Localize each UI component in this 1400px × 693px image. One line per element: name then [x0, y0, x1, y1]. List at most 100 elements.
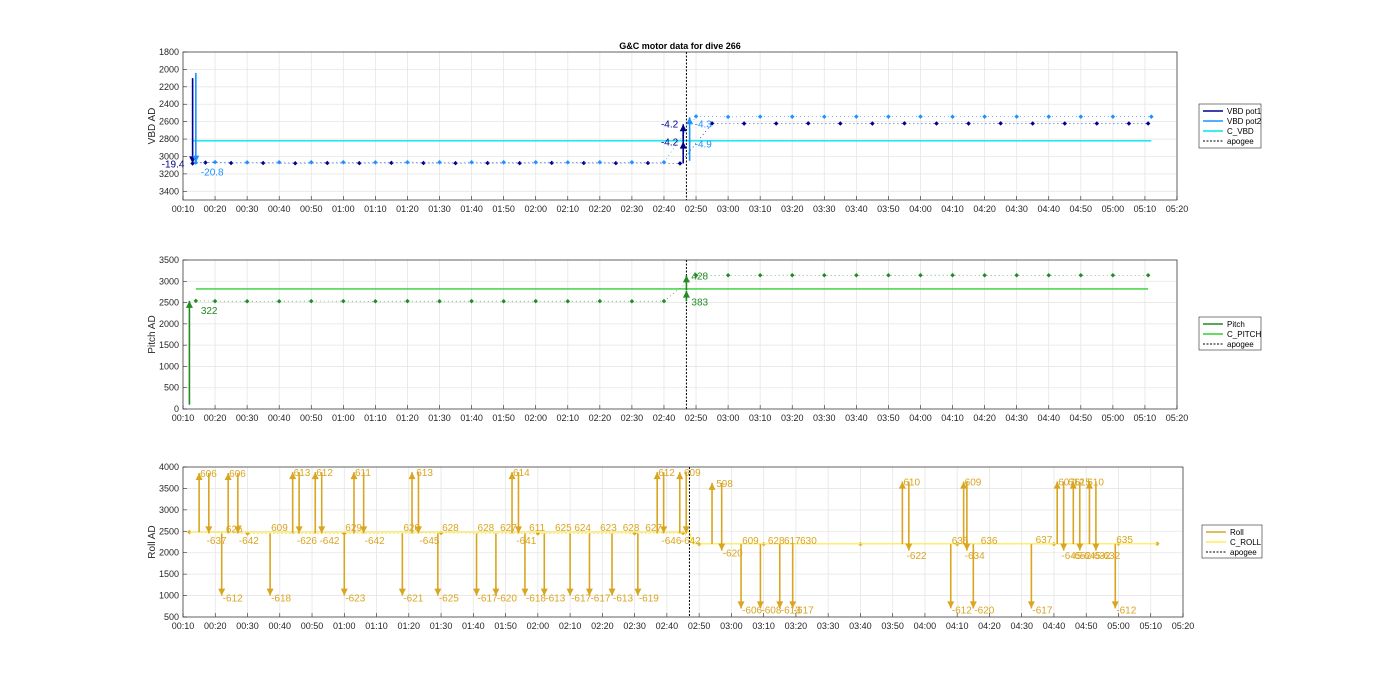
x-tick-label: 04:10: [941, 413, 964, 423]
x-tick-label: 00:50: [301, 621, 324, 631]
x-tick-label: 03:00: [717, 204, 740, 214]
x-tick-label: 01:30: [428, 413, 451, 423]
y-tick-label: 3000: [159, 505, 179, 515]
x-tick-label: 03:50: [881, 621, 904, 631]
y-tick-label: 3400: [159, 186, 179, 196]
event-label: -642: [319, 536, 339, 547]
x-tick-label: 04:30: [1005, 204, 1028, 214]
x-tick-label: 03:30: [813, 413, 836, 423]
event-label: -626: [297, 536, 317, 547]
x-tick-label: 03:50: [877, 413, 900, 423]
y-tick-label: 1800: [159, 47, 179, 57]
x-tick-label: 04:50: [1070, 204, 1093, 214]
event-label: 623: [600, 523, 617, 534]
annotation: 428: [691, 271, 708, 282]
event-label: 609: [742, 536, 759, 547]
y-tick-label: 3000: [159, 276, 179, 286]
event-label: 635: [952, 536, 969, 547]
event-label: -623: [345, 593, 365, 604]
x-tick-label: 05:10: [1134, 204, 1157, 214]
event-label: 624: [574, 523, 591, 534]
x-tick-label: 04:20: [978, 621, 1001, 631]
event-label: 628: [478, 523, 495, 534]
event-label: -612: [223, 593, 243, 604]
event-label: 613: [294, 468, 311, 479]
x-tick-label: 04:20: [973, 413, 996, 423]
event-label: -619: [639, 593, 659, 604]
y-axis-label: Pitch AD: [147, 315, 158, 353]
x-tick-label: 00:40: [268, 413, 291, 423]
annotation: 322: [201, 306, 218, 317]
annotation: -4.2: [661, 119, 679, 130]
y-tick-label: 2800: [159, 134, 179, 144]
x-tick-label: 04:40: [1043, 621, 1066, 631]
x-tick-label: 04:10: [946, 621, 969, 631]
event-label: -618: [271, 593, 291, 604]
event-label: 627: [500, 523, 517, 534]
event-label: 598: [716, 479, 733, 490]
y-axis-label: VBD AD: [147, 108, 158, 145]
y-tick-label: 4000: [159, 462, 179, 472]
x-tick-label: 00:50: [300, 413, 323, 423]
event-label: 613: [416, 468, 433, 479]
event-label: -642: [239, 536, 259, 547]
x-tick-label: 05:20: [1166, 413, 1189, 423]
event-label: 625: [555, 523, 572, 534]
y-tick-label: 2000: [159, 64, 179, 74]
x-tick-label: 03:40: [845, 204, 868, 214]
event-label: 614: [513, 468, 530, 479]
legend-entry: C_VBD: [1227, 127, 1254, 136]
x-tick-label: 00:30: [236, 621, 259, 631]
event-label: -634: [965, 551, 985, 562]
event-label: -617: [590, 593, 610, 604]
event-label: -620: [497, 593, 517, 604]
x-tick-label: 01:10: [364, 413, 387, 423]
x-tick-label: 04:40: [1037, 204, 1060, 214]
x-tick-label: 01:50: [494, 621, 517, 631]
event-label: -617: [794, 605, 814, 616]
event-label: 610: [903, 478, 920, 489]
vbd-panel: 00:10 00:20 00:30 00:40 00:50 01:00 01:10 01:20…: [147, 47, 1262, 214]
x-tick-label: 04:40: [1037, 413, 1060, 423]
x-tick-label: 03:00: [720, 621, 743, 631]
x-tick-label: 03:50: [877, 204, 900, 214]
event-label: 625: [226, 525, 243, 536]
event-label: 611: [529, 523, 545, 534]
x-tick-label: 05:20: [1166, 204, 1189, 214]
x-tick-label: 03:20: [785, 621, 808, 631]
annotation: 383: [691, 297, 708, 308]
x-tick-label: 01:40: [460, 204, 483, 214]
x-tick-label: 01:10: [365, 621, 388, 631]
x-tick-label: 02:40: [656, 621, 679, 631]
y-tick-label: 1500: [159, 569, 179, 579]
y-tick-label: 1500: [159, 340, 179, 350]
x-tick-label: 02:40: [653, 413, 676, 423]
x-tick-label: 04:00: [909, 413, 932, 423]
x-tick-label: 01:20: [398, 621, 421, 631]
x-tick-label: 00:10: [172, 413, 195, 423]
x-tick-label: 01:00: [332, 413, 355, 423]
event-label: 606: [200, 469, 217, 480]
x-tick-label: 03:00: [717, 413, 740, 423]
x-tick-label: 05:10: [1139, 621, 1162, 631]
x-tick-label: 02:00: [527, 621, 550, 631]
x-tick-label: 03:10: [749, 413, 772, 423]
event-label: -646: [661, 536, 681, 547]
annotation: -19.4: [162, 159, 185, 170]
x-tick-label: 03:20: [781, 204, 804, 214]
x-tick-label: 02:50: [685, 204, 708, 214]
x-tick-label: 00:50: [300, 204, 323, 214]
event-label: 620: [403, 523, 420, 534]
legend-entry: Pitch: [1227, 320, 1245, 329]
event-label: 637: [1036, 535, 1053, 546]
event-label: 630: [800, 536, 817, 547]
legend-entry: apogee: [1227, 340, 1254, 349]
x-tick-label: 05:00: [1107, 621, 1130, 631]
x-tick-label: 00:30: [236, 204, 259, 214]
x-tick-label: 01:30: [428, 204, 451, 214]
roll-panel: 00:10 00:20 00:30 00:40 00:50 01:00 01:10 01:20…: [147, 462, 1263, 631]
pitch-panel: 00:10 00:20 00:30 00:40 00:50 01:00 01:10 01:20…: [147, 255, 1261, 423]
x-tick-label: 00:10: [172, 621, 195, 631]
x-tick-label: 00:20: [204, 413, 227, 423]
x-tick-label: 01:20: [396, 413, 419, 423]
